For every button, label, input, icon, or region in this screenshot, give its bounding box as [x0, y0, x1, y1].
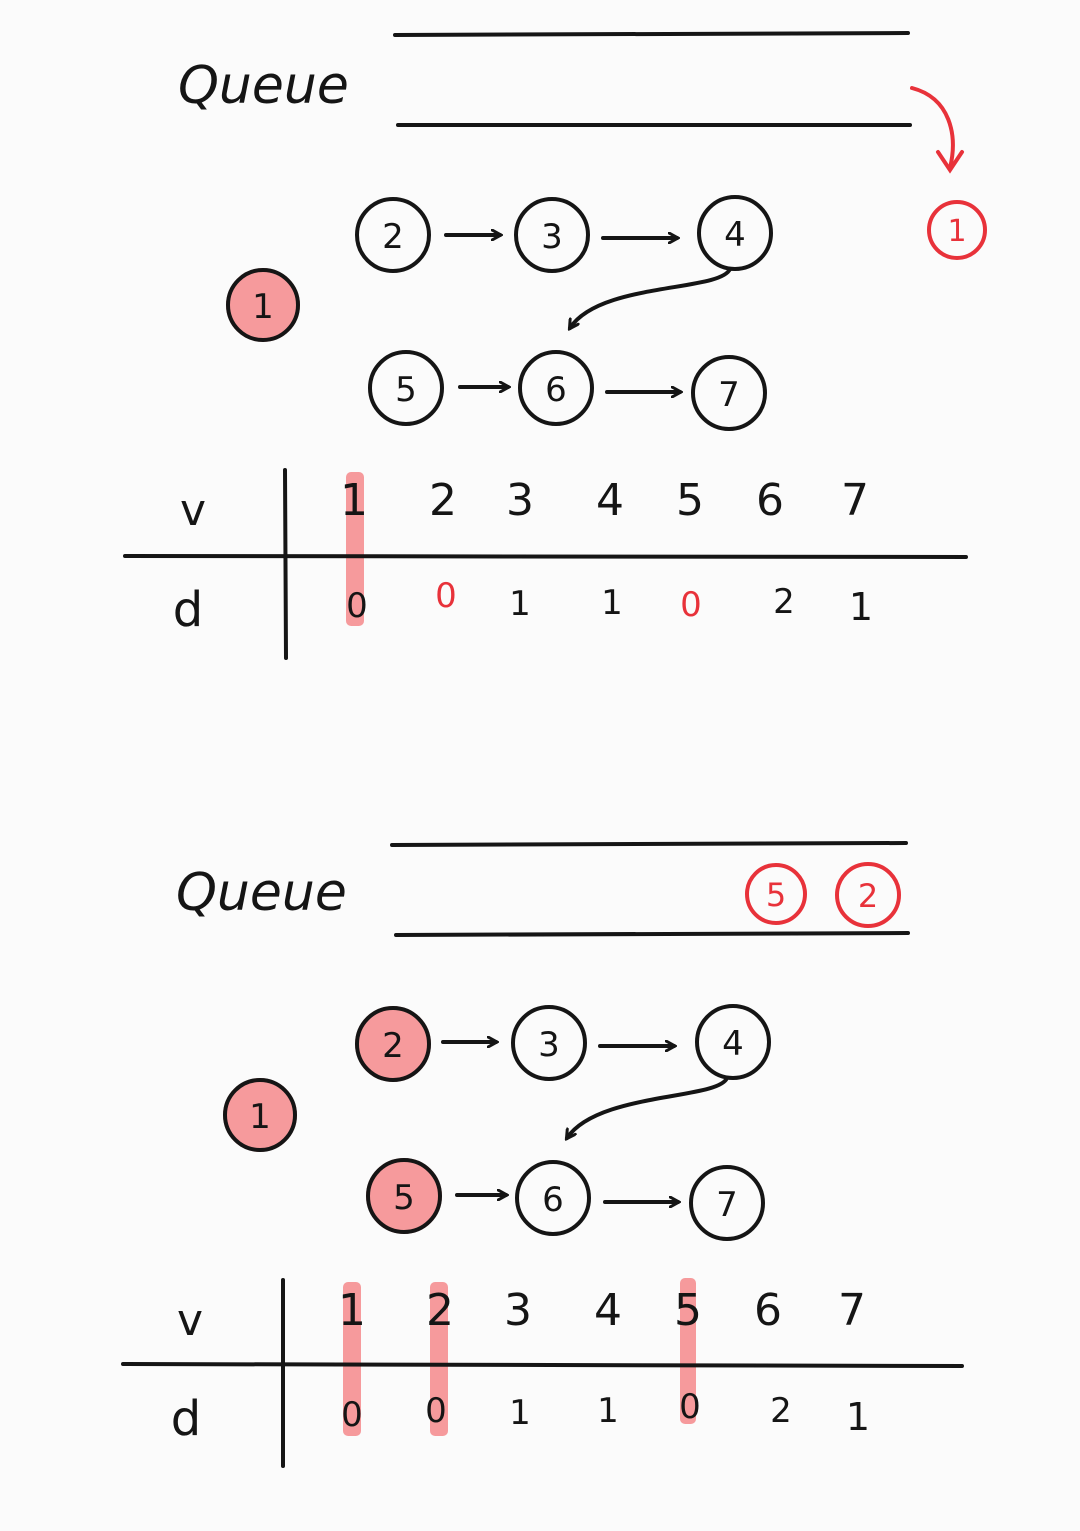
d-cell: 1: [601, 583, 623, 623]
node-label: 3: [538, 1025, 560, 1065]
node-label: 6: [542, 1180, 564, 1220]
node-label: 6: [545, 370, 567, 410]
start-node: 1: [226, 268, 300, 342]
node-label: 4: [722, 1024, 744, 1064]
v-cell: 2: [429, 475, 457, 526]
row-label-v: v: [177, 1295, 203, 1346]
row-label-v: v: [180, 485, 206, 536]
incoming-node: 1: [927, 200, 987, 260]
graph-node-6: 6: [518, 350, 594, 426]
d-cell: 2: [773, 582, 795, 622]
v-cell: 6: [754, 1285, 782, 1336]
v-cell: 6: [756, 475, 784, 526]
table-horizontal-rule: [123, 554, 968, 559]
start-node-label: 1: [249, 1097, 271, 1137]
v-cell: 5: [676, 475, 704, 526]
edge-4-6: [567, 1076, 729, 1138]
row-label-d: d: [171, 1391, 201, 1447]
d-cell-red: 0: [680, 585, 702, 625]
v-cell: 1: [338, 1285, 366, 1336]
graph-node-5: 5: [368, 350, 444, 426]
distance-table: v d 1 2 3 4 5 6 7 0 0 1 1 0 2 1: [123, 468, 968, 660]
v-cell: 2: [426, 1285, 454, 1336]
d-cell: 1: [509, 1393, 531, 1433]
v-cell: 7: [838, 1285, 866, 1336]
graph-node-5: 5: [366, 1158, 442, 1234]
d-cell: 0: [425, 1391, 447, 1431]
graph-node-7: 7: [689, 1165, 765, 1241]
queue-item-label: 2: [858, 877, 878, 915]
enqueue-arrow: [910, 86, 955, 170]
v-cell: 4: [594, 1285, 622, 1336]
d-cell: 1: [509, 584, 531, 624]
node-label: 2: [382, 217, 404, 257]
queue-item-2: 2: [835, 862, 901, 928]
d-cell-red: 0: [435, 576, 457, 616]
graph-node-3: 3: [514, 197, 590, 273]
node-label: 5: [395, 370, 417, 410]
v-cell: 3: [504, 1285, 532, 1336]
v-cell: 4: [596, 475, 624, 526]
d-cell: 0: [341, 1395, 363, 1435]
queue-item-5: 5: [745, 863, 807, 925]
graph-node-6: 6: [515, 1160, 591, 1236]
start-node: 1: [223, 1078, 297, 1152]
d-cell: 0: [679, 1387, 701, 1427]
d-cell: 1: [849, 585, 873, 629]
diagram-canvas: Queue 1 1 2 3 4 5 6 7 v d 1 2 3 4 5 6 7 …: [121, 31, 987, 1468]
v-cell: 7: [841, 475, 869, 526]
node-label: 5: [393, 1178, 415, 1218]
node-label: 3: [541, 217, 563, 257]
graph-node-3: 3: [511, 1005, 587, 1081]
queue-label: Queue: [178, 56, 349, 116]
v-cell: 3: [506, 475, 534, 526]
node-label: 7: [716, 1185, 738, 1225]
edge-4-6: [570, 267, 732, 328]
queue-top-line: [390, 841, 908, 847]
queue-label: Queue: [176, 863, 347, 923]
node-label: 4: [724, 215, 746, 255]
queue-bottom-line: [394, 931, 910, 937]
start-node-label: 1: [252, 287, 274, 327]
node-label: 7: [718, 375, 740, 415]
v-cell: 5: [674, 1285, 702, 1336]
panel-1: Queue 1 1 2 3 4 5 6 7 v d 1 2 3 4 5 6 7 …: [123, 31, 987, 660]
table-vertical-rule: [283, 468, 288, 660]
queue-top-line: [393, 31, 910, 37]
node-label: 2: [382, 1026, 404, 1066]
d-cell: 0: [346, 586, 368, 626]
graph-node-4: 4: [697, 195, 773, 271]
d-cell: 2: [770, 1391, 792, 1431]
panel-2: Queue 5 2 1 2 3 4 5 6 7 v d 1 2 3 4 5 6 …: [121, 841, 964, 1468]
graph-node-7: 7: [691, 355, 767, 431]
row-label-d: d: [173, 582, 203, 638]
distance-table: v d 1 2 3 4 5 6 7 0 0 1 1 0 2 1: [121, 1278, 964, 1468]
d-cell: 1: [846, 1395, 870, 1439]
graph-node-2: 2: [355, 1006, 431, 1082]
v-cell: 1: [340, 475, 368, 526]
table-horizontal-rule: [121, 1362, 964, 1368]
graph-node-2: 2: [355, 197, 431, 273]
graph-node-4: 4: [695, 1004, 771, 1080]
incoming-node-label: 1: [947, 214, 966, 249]
queue-item-label: 5: [766, 876, 786, 914]
d-cell: 1: [597, 1391, 619, 1431]
bfs-diagram: Queue 1 1 2 3 4 5 6 7 v d 1 2 3 4 5 6 7 …: [0, 0, 1080, 1527]
